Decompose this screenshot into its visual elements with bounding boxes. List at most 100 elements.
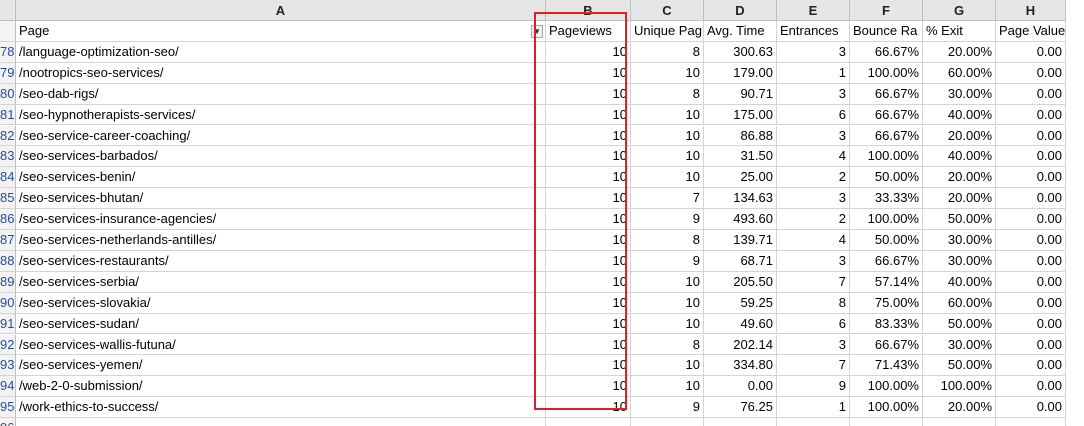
table-cell[interactable]: 3 — [777, 41, 850, 63]
table-cell[interactable]: 10 — [631, 125, 704, 147]
table-cell[interactable]: 7 — [777, 355, 850, 377]
table-cell[interactable]: 66.67% — [850, 104, 923, 126]
table-cell[interactable]: 9 — [777, 376, 850, 398]
table-cell[interactable] — [704, 418, 777, 426]
table-cell[interactable]: 202.14 — [704, 334, 777, 356]
table-cell[interactable]: 3 — [777, 188, 850, 210]
table-cell[interactable]: 25.00 — [704, 167, 777, 189]
table-cell[interactable]: 49.60 — [704, 313, 777, 335]
header-cell-h[interactable]: Page Value — [996, 21, 1066, 42]
table-cell[interactable]: 0.00 — [996, 104, 1066, 126]
table-cell[interactable]: 334.80 — [704, 355, 777, 377]
table-cell[interactable]: 100.00% — [923, 376, 996, 398]
table-cell[interactable]: 10 — [546, 62, 631, 84]
row-number[interactable]: 92 — [0, 334, 16, 356]
table-cell[interactable]: 10 — [631, 355, 704, 377]
row-number[interactable]: 86 — [0, 209, 16, 230]
table-cell[interactable]: 100.00% — [850, 146, 923, 168]
table-cell[interactable]: 20.00% — [923, 125, 996, 147]
table-cell[interactable]: 66.67% — [850, 41, 923, 63]
table-cell[interactable]: /seo-services-bhutan/ — [16, 188, 546, 210]
column-header-e[interactable]: E — [777, 0, 850, 21]
column-header-a[interactable]: A — [16, 0, 546, 21]
table-cell[interactable]: 10 — [546, 41, 631, 63]
table-cell[interactable]: 20.00% — [923, 188, 996, 210]
table-cell[interactable]: /seo-services-barbados/ — [16, 146, 546, 168]
table-cell[interactable]: 10 — [631, 271, 704, 293]
table-cell[interactable]: 9 — [631, 397, 704, 419]
table-cell[interactable]: 40.00% — [923, 146, 996, 168]
table-cell[interactable]: 66.67% — [850, 250, 923, 272]
table-cell[interactable]: /seo-service-career-coaching/ — [16, 125, 546, 147]
table-cell[interactable]: 76.25 — [704, 397, 777, 419]
table-cell[interactable]: /seo-services-sudan/ — [16, 313, 546, 335]
table-cell[interactable]: 7 — [631, 188, 704, 210]
header-cell-d[interactable]: Avg. Time — [704, 21, 777, 42]
table-cell[interactable]: 66.67% — [850, 125, 923, 147]
table-cell[interactable]: 10 — [546, 250, 631, 272]
table-cell[interactable]: 10 — [631, 62, 704, 84]
table-cell[interactable]: 0.00 — [996, 209, 1066, 230]
table-cell[interactable]: /nootropics-seo-services/ — [16, 62, 546, 84]
table-cell[interactable]: 300.63 — [704, 41, 777, 63]
table-cell[interactable]: 0.00 — [996, 146, 1066, 168]
table-cell[interactable]: 10 — [546, 167, 631, 189]
row-number[interactable]: 81 — [0, 104, 16, 126]
table-cell[interactable] — [16, 418, 546, 426]
table-cell[interactable]: 66.67% — [850, 334, 923, 356]
table-cell[interactable]: 9 — [631, 209, 704, 230]
table-cell[interactable]: 10 — [631, 313, 704, 335]
row-header[interactable] — [0, 21, 16, 42]
table-cell[interactable] — [546, 418, 631, 426]
row-number[interactable]: 83 — [0, 146, 16, 168]
table-cell[interactable] — [777, 418, 850, 426]
table-cell[interactable]: 2 — [777, 209, 850, 230]
table-cell[interactable]: 1 — [777, 62, 850, 84]
column-header-g[interactable]: G — [923, 0, 996, 21]
table-cell[interactable]: 0.00 — [996, 188, 1066, 210]
table-cell[interactable]: /seo-services-slovakia/ — [16, 292, 546, 314]
table-cell[interactable] — [850, 418, 923, 426]
table-cell[interactable]: 83.33% — [850, 313, 923, 335]
table-cell[interactable]: 10 — [631, 104, 704, 126]
table-cell[interactable]: 40.00% — [923, 271, 996, 293]
table-cell[interactable]: 0.00 — [996, 355, 1066, 377]
table-cell[interactable]: 20.00% — [923, 41, 996, 63]
row-number[interactable]: 84 — [0, 167, 16, 189]
table-cell[interactable]: 20.00% — [923, 397, 996, 419]
table-cell[interactable]: 0.00 — [996, 313, 1066, 335]
table-cell[interactable] — [631, 418, 704, 426]
table-cell[interactable]: 86.88 — [704, 125, 777, 147]
row-number[interactable]: 85 — [0, 188, 16, 210]
table-cell[interactable]: 3 — [777, 250, 850, 272]
table-cell[interactable]: 8 — [631, 334, 704, 356]
row-number[interactable]: 91 — [0, 313, 16, 335]
table-cell[interactable] — [923, 418, 996, 426]
table-cell[interactable]: 10 — [546, 355, 631, 377]
table-cell[interactable]: 10 — [546, 104, 631, 126]
table-cell[interactable]: 10 — [546, 376, 631, 398]
table-cell[interactable]: 10 — [546, 271, 631, 293]
table-cell[interactable]: 6 — [777, 313, 850, 335]
column-header-d[interactable]: D — [704, 0, 777, 21]
row-number[interactable]: 79 — [0, 62, 16, 84]
table-cell[interactable]: 40.00% — [923, 104, 996, 126]
table-cell[interactable]: 10 — [631, 167, 704, 189]
row-number[interactable]: 94 — [0, 376, 16, 398]
header-cell-f[interactable]: Bounce Ra — [850, 21, 923, 42]
spreadsheet-grid[interactable]: A B C D E F G H Page Pageviews Unique Pag Avg. Time… — [0, 0, 1084, 426]
table-cell[interactable]: 9 — [631, 250, 704, 272]
table-cell[interactable]: 8 — [777, 292, 850, 314]
table-cell[interactable]: /web-2-0-submission/ — [16, 376, 546, 398]
column-header-h[interactable]: H — [996, 0, 1066, 21]
table-cell[interactable]: 10 — [546, 188, 631, 210]
table-cell[interactable]: /seo-hypnotherapists-services/ — [16, 104, 546, 126]
table-cell[interactable]: 0.00 — [996, 167, 1066, 189]
table-cell[interactable]: 10 — [546, 313, 631, 335]
table-cell[interactable]: 10 — [546, 230, 631, 251]
table-cell[interactable]: 20.00% — [923, 167, 996, 189]
table-cell[interactable]: 10 — [546, 334, 631, 356]
row-number[interactable]: 95 — [0, 397, 16, 419]
column-header-b[interactable]: B — [546, 0, 631, 21]
table-cell[interactable]: 90.71 — [704, 83, 777, 105]
